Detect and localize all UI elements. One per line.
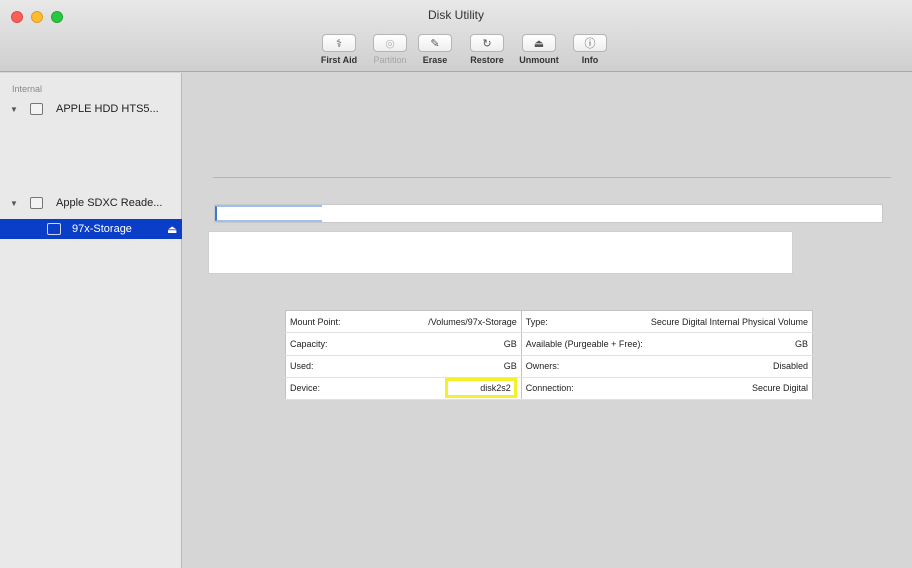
table-row: Used: GB Owners: Disabled bbox=[285, 355, 813, 378]
title-bar: Disk Utility ⚕ First Aid ◎ Partition ✎ E… bbox=[0, 0, 912, 72]
sidebar-item-label: 97x-Storage bbox=[72, 223, 132, 235]
available-value: GB bbox=[646, 332, 813, 356]
usage-bar bbox=[214, 204, 883, 223]
owners-value: Disabled bbox=[646, 355, 813, 378]
restore-icon: ↻ bbox=[482, 37, 492, 50]
hard-disk-icon bbox=[30, 103, 43, 115]
disk-utility-window: Disk Utility ⚕ First Aid ◎ Partition ✎ E… bbox=[0, 0, 912, 568]
device-label: Device: bbox=[285, 377, 376, 401]
sidebar-section-internal: Internal bbox=[12, 84, 43, 94]
sidebar-item-label: APPLE HDD HTS5... bbox=[56, 103, 159, 115]
device-value-cell: disk2s2 bbox=[375, 377, 522, 401]
connection-label: Connection: bbox=[521, 377, 647, 401]
erase-label: Erase bbox=[422, 55, 448, 65]
info-icon: ⓘ bbox=[584, 38, 596, 50]
mount-point-label: Mount Point: bbox=[285, 310, 376, 334]
available-label: Available (Purgeable + Free): bbox=[521, 332, 647, 356]
sidebar-item-label: Apple SDXC Reade... bbox=[56, 197, 163, 209]
stethoscope-icon: ⚕ bbox=[336, 37, 342, 50]
disclosure-triangle-icon[interactable]: ▼ bbox=[10, 199, 18, 208]
type-value: Secure Digital Internal Physical Volume bbox=[646, 310, 813, 334]
used-label: Used: bbox=[285, 355, 376, 378]
restore-label: Restore bbox=[470, 55, 504, 65]
volume-info-table: Mount Point: /Volumes/97x-Storage Type: … bbox=[285, 310, 813, 401]
divider bbox=[213, 177, 891, 178]
usage-legend bbox=[208, 231, 793, 274]
sidebar: Internal ▼ APPLE HDD HTS5... ▼ Apple SDX… bbox=[0, 73, 182, 568]
info-label: Info bbox=[581, 55, 599, 65]
partition-button[interactable]: ◎ bbox=[373, 34, 407, 52]
partition-icon: ◎ bbox=[385, 37, 395, 50]
info-button[interactable]: ⓘ bbox=[573, 34, 607, 52]
sidebar-item-97x-storage[interactable]: 97x-Storage ⏏ bbox=[0, 219, 182, 239]
sidebar-item-sdxc-reader[interactable]: ▼ Apple SDXC Reade... bbox=[0, 193, 182, 213]
eject-icon[interactable]: ⏏ bbox=[167, 223, 177, 236]
disclosure-triangle-icon[interactable]: ▼ bbox=[10, 105, 18, 114]
volume-icon bbox=[47, 223, 61, 235]
erase-button[interactable]: ✎ bbox=[418, 34, 452, 52]
table-row: Device: disk2s2 Connection: Secure Digit… bbox=[285, 377, 813, 401]
type-label: Type: bbox=[521, 310, 647, 334]
unmount-icon: ⏏ bbox=[533, 37, 545, 50]
table-row: Capacity: GB Available (Purgeable + Free… bbox=[285, 332, 813, 356]
sidebar-item-apple-hdd[interactable]: ▼ APPLE HDD HTS5... bbox=[0, 99, 182, 119]
device-value: disk2s2 bbox=[445, 378, 517, 399]
mount-point-value: /Volumes/97x-Storage bbox=[375, 310, 522, 334]
sd-card-reader-icon bbox=[30, 197, 43, 209]
window-title: Disk Utility bbox=[428, 8, 484, 22]
table-row: Mount Point: /Volumes/97x-Storage Type: … bbox=[285, 310, 813, 334]
main-content: Mount Point: /Volumes/97x-Storage Type: … bbox=[183, 73, 912, 568]
connection-value: Secure Digital bbox=[646, 377, 813, 401]
unmount-button[interactable]: ⏏ bbox=[522, 34, 556, 52]
restore-button[interactable]: ↻ bbox=[470, 34, 504, 52]
owners-label: Owners: bbox=[521, 355, 647, 378]
erase-icon: ✎ bbox=[430, 37, 440, 50]
capacity-value: GB bbox=[375, 332, 522, 356]
usage-bar-fill bbox=[215, 205, 322, 222]
capacity-label: Capacity: bbox=[285, 332, 376, 356]
used-value: GB bbox=[375, 355, 522, 378]
first-aid-button[interactable]: ⚕ bbox=[322, 34, 356, 52]
